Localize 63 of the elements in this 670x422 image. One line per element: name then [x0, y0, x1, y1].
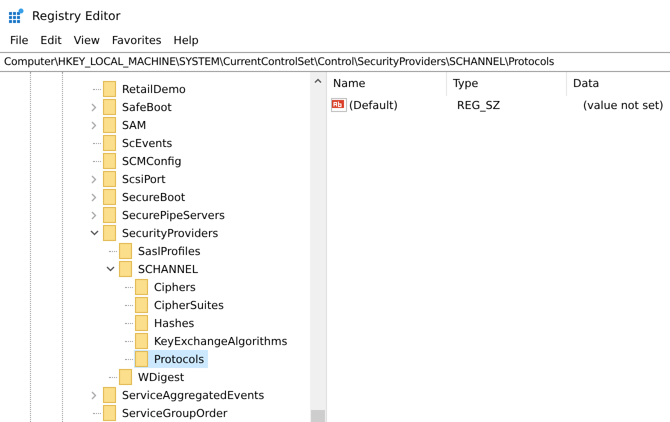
column-header[interactable]: Type: [447, 72, 567, 96]
chevron-right-icon[interactable]: [91, 120, 97, 130]
value-name[interactable]: (Default): [349, 98, 398, 112]
chevron-right-icon[interactable]: [91, 210, 97, 220]
folder-icon: [119, 369, 132, 385]
folder-icon: [135, 351, 148, 367]
tree-item[interactable]: ServiceAggregatedEvents: [122, 388, 264, 402]
scrollbar[interactable]: [310, 72, 326, 422]
value-data: (value not set): [582, 98, 664, 112]
tree-item[interactable]: KeyExchangeAlgorithms: [154, 334, 288, 348]
folder-icon: [135, 297, 148, 313]
tree-item[interactable]: ScsiPort: [122, 172, 166, 186]
tree-item[interactable]: SAM: [122, 118, 146, 132]
folder-icon: [103, 207, 116, 223]
tree-item[interactable]: ServiceGroupOrder: [122, 406, 228, 420]
tree-item[interactable]: SaslProfiles: [138, 244, 200, 258]
column-header[interactable]: Data: [567, 72, 670, 96]
tree-item[interactable]: SecureBoot: [122, 190, 186, 204]
folder-icon: [119, 261, 132, 277]
tree-item[interactable]: SecurePipeServers: [122, 208, 225, 222]
tree-item[interactable]: RetailDemo: [122, 82, 186, 96]
folder-icon: [103, 405, 116, 421]
tree-item[interactable]: SCHANNEL: [138, 262, 198, 276]
tree-item[interactable]: SCMConfig: [122, 154, 182, 168]
chevron-right-icon[interactable]: [91, 390, 97, 400]
folder-icon: [103, 135, 116, 151]
chevron-down-icon[interactable]: [106, 266, 114, 272]
folder-icon: [103, 171, 116, 187]
address-bar[interactable]: Computer\HKEY_LOCAL_MACHINE\SYSTEM\CurrentControlSet\Control\SecurityProviders\SCHANNEL\Protocols: [0, 52, 670, 72]
menu-item[interactable]: Favorites: [106, 34, 168, 47]
menu-item[interactable]: File: [4, 34, 34, 47]
chevron-down-icon[interactable]: [90, 230, 98, 236]
window-title: Registry Editor: [32, 8, 120, 23]
chevron-right-icon[interactable]: [91, 192, 97, 202]
folder-icon: [103, 189, 116, 205]
menu-item[interactable]: Help: [168, 34, 205, 47]
folder-icon: [103, 153, 116, 169]
menu-item[interactable]: Edit: [34, 34, 68, 47]
folder-icon: [119, 243, 132, 259]
folder-icon: [103, 99, 116, 115]
folder-icon: [135, 333, 148, 349]
tree-item[interactable]: CipherSuites: [154, 298, 224, 312]
scroll-thumb[interactable]: [311, 410, 325, 422]
chevron-right-icon[interactable]: [91, 174, 97, 184]
folder-icon: [135, 315, 148, 331]
column-header[interactable]: Name: [327, 72, 447, 96]
chevron-right-icon[interactable]: [91, 102, 97, 112]
scroll-up-icon[interactable]: [314, 78, 322, 83]
folder-icon: [135, 279, 148, 295]
folder-icon: [103, 117, 116, 133]
folder-icon: [103, 225, 116, 241]
tree-item[interactable]: Ciphers: [154, 280, 196, 294]
tree-item[interactable]: ScEvents: [122, 136, 172, 150]
folder-icon: [103, 387, 116, 403]
tree-item[interactable]: SafeBoot: [122, 100, 172, 114]
tree-item[interactable]: WDigest: [138, 370, 184, 384]
menu-item[interactable]: View: [68, 34, 106, 47]
string-value-icon: [331, 98, 347, 112]
tree-item[interactable]: Hashes: [154, 316, 194, 330]
registry-icon: [8, 8, 24, 24]
tree-item[interactable]: SecurityProviders: [122, 226, 218, 240]
folder-icon: [103, 81, 116, 97]
value-type: REG_SZ: [456, 98, 502, 112]
